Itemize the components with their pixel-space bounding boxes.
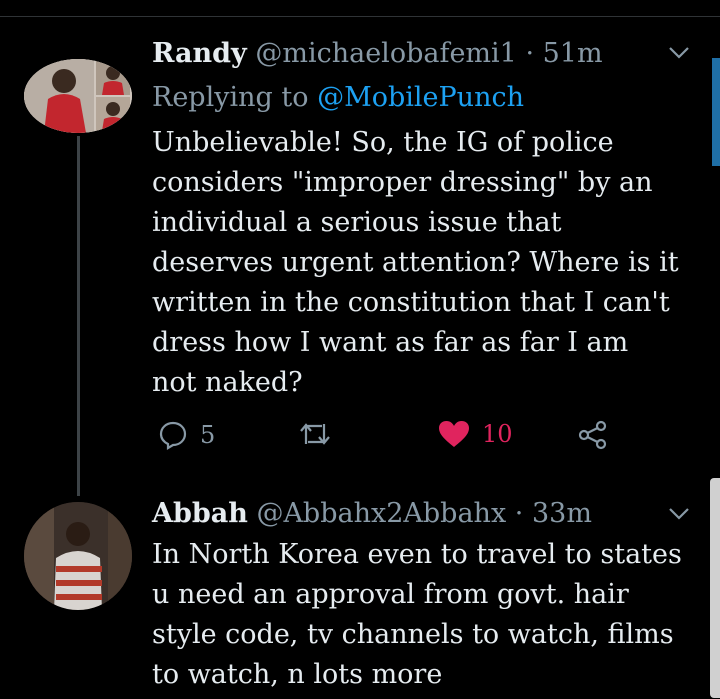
avatar-photo bbox=[24, 59, 132, 133]
retweet-button[interactable] bbox=[298, 420, 332, 448]
timestamp: 51m bbox=[542, 38, 603, 69]
tweet-text: In North Korea even to travel to states … bbox=[152, 539, 682, 690]
heart-icon bbox=[439, 421, 469, 447]
tweet-text: Unbelievable! So, the IG of police consi… bbox=[152, 127, 679, 398]
mention-link[interactable]: @MobilePunch bbox=[317, 82, 524, 113]
top-divider bbox=[0, 16, 720, 17]
chevron-down-icon[interactable] bbox=[668, 46, 690, 60]
display-name[interactable]: Abbah bbox=[152, 498, 248, 529]
share-icon bbox=[578, 420, 607, 450]
avatar[interactable] bbox=[24, 502, 132, 610]
retweet-icon bbox=[300, 423, 330, 445]
edge-panel-handle[interactable] bbox=[710, 478, 720, 698]
scroll-indicator bbox=[712, 58, 720, 166]
chevron-down-icon[interactable] bbox=[668, 507, 690, 521]
user-handle[interactable]: @michaelobafemi1 bbox=[255, 38, 516, 69]
like-count: 10 bbox=[482, 420, 513, 448]
display-name[interactable]: Randy bbox=[152, 38, 247, 69]
separator: · bbox=[525, 38, 535, 69]
tweet-header: Randy @michaelobafemi1 · 51m bbox=[152, 38, 603, 69]
like-button[interactable]: 10 bbox=[438, 420, 513, 448]
avatar-photo bbox=[24, 502, 132, 610]
replying-to: Replying to @MobilePunch bbox=[152, 82, 524, 113]
reply-count: 5 bbox=[200, 421, 216, 449]
user-handle[interactable]: @Abbahx2Abbahx bbox=[256, 498, 506, 529]
reply-button[interactable]: 5 bbox=[158, 420, 215, 450]
tweet-actions: 5 10 bbox=[152, 420, 632, 456]
avatar[interactable] bbox=[24, 59, 132, 133]
timestamp: 33m bbox=[531, 498, 592, 529]
tweet-header: Abbah @Abbahx2Abbahx · 33m bbox=[152, 498, 592, 529]
share-button[interactable] bbox=[578, 420, 608, 450]
replying-prefix: Replying to bbox=[152, 82, 309, 113]
thread-line bbox=[77, 136, 80, 496]
separator: · bbox=[514, 498, 524, 529]
reply-icon bbox=[159, 421, 187, 450]
